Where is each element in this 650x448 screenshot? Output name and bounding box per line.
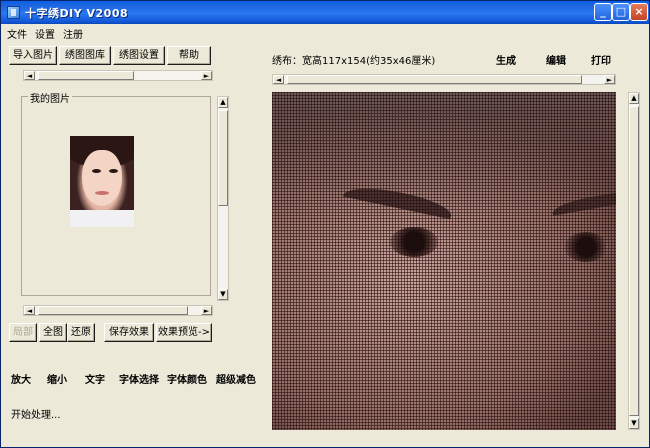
left-bottom-hscrollbar[interactable]: ◄ ► — [23, 305, 213, 316]
help-button[interactable]: 帮助 — [167, 46, 211, 65]
scroll-thumb[interactable] — [287, 75, 582, 84]
save-effect-button[interactable]: 保存效果 — [104, 323, 154, 342]
zoom-out-tool[interactable]: 缩小 — [47, 371, 67, 386]
font-select-tool[interactable]: 字体选择 — [119, 371, 159, 386]
edit-button[interactable]: 编辑 — [546, 52, 566, 67]
vscroll-thumb[interactable] — [629, 106, 639, 416]
scroll-thumb[interactable] — [38, 71, 134, 80]
canvas-hscrollbar[interactable]: ◄ ► — [272, 74, 616, 85]
menu-bar: 文件 设置 注册 — [1, 24, 649, 41]
text-tool[interactable]: 文字 — [85, 371, 105, 386]
scroll-right-icon[interactable]: ► — [201, 306, 212, 315]
vscroll-thumb[interactable] — [218, 110, 228, 206]
zoom-in-tool[interactable]: 放大 — [11, 371, 31, 386]
status-text: 开始处理... — [11, 410, 61, 421]
left-top-hscrollbar[interactable]: ◄ ► — [23, 70, 213, 81]
app-window: 十字绣DIY V2008 _ □ × 文件 设置 注册 导入图片 绣图图库 绣图… — [0, 0, 650, 448]
scroll-left-icon[interactable]: ◄ — [24, 71, 35, 80]
menu-file[interactable]: 文件 — [7, 26, 27, 41]
menu-register[interactable]: 注册 — [63, 26, 83, 41]
restore-button[interactable]: 还原 — [67, 323, 95, 342]
scroll-left-icon[interactable]: ◄ — [24, 306, 35, 315]
app-icon — [7, 6, 20, 19]
left-vscrollbar[interactable]: ▲ ▼ — [217, 96, 229, 301]
color-reduce-tool[interactable]: 超级减色 — [216, 371, 256, 386]
minimize-button[interactable]: _ — [594, 3, 612, 21]
scroll-up-icon[interactable]: ▲ — [218, 97, 228, 108]
print-button[interactable]: 打印 — [591, 52, 611, 67]
menu-settings[interactable]: 设置 — [35, 26, 55, 41]
font-color-tool[interactable]: 字体颜色 — [167, 371, 207, 386]
close-button[interactable]: × — [630, 3, 648, 21]
scroll-up-icon[interactable]: ▲ — [629, 93, 639, 104]
source-portrait-image — [70, 136, 134, 227]
scroll-right-icon[interactable]: ► — [201, 71, 212, 80]
full-image-button[interactable]: 全图 — [39, 323, 67, 342]
scroll-thumb[interactable] — [38, 306, 188, 315]
pattern-library-button[interactable]: 绣图图库 — [59, 46, 111, 65]
scroll-down-icon[interactable]: ▼ — [629, 418, 639, 429]
window-title: 十字绣DIY V2008 — [25, 7, 129, 20]
pattern-settings-button[interactable]: 绣图设置 — [113, 46, 165, 65]
effect-preview-button[interactable]: 效果预览-> — [156, 323, 212, 342]
import-image-button[interactable]: 导入图片 — [9, 46, 57, 65]
my-image-group-title: 我的图片 — [28, 90, 72, 105]
canvas-info: 绣布：宽高117x154(约35x46厘米) — [272, 56, 436, 67]
scroll-right-icon[interactable]: ► — [604, 75, 615, 84]
title-bar: 十字绣DIY V2008 _ □ × — [1, 1, 649, 24]
local-button[interactable]: 局部 — [9, 323, 37, 342]
cross-stitch-preview[interactable] — [272, 92, 616, 430]
generate-button[interactable]: 生成 — [496, 52, 516, 67]
maximize-button[interactable]: □ — [612, 3, 630, 21]
scroll-down-icon[interactable]: ▼ — [218, 289, 228, 300]
canvas-vscrollbar[interactable]: ▲ ▼ — [628, 92, 640, 430]
scroll-left-icon[interactable]: ◄ — [273, 75, 284, 84]
